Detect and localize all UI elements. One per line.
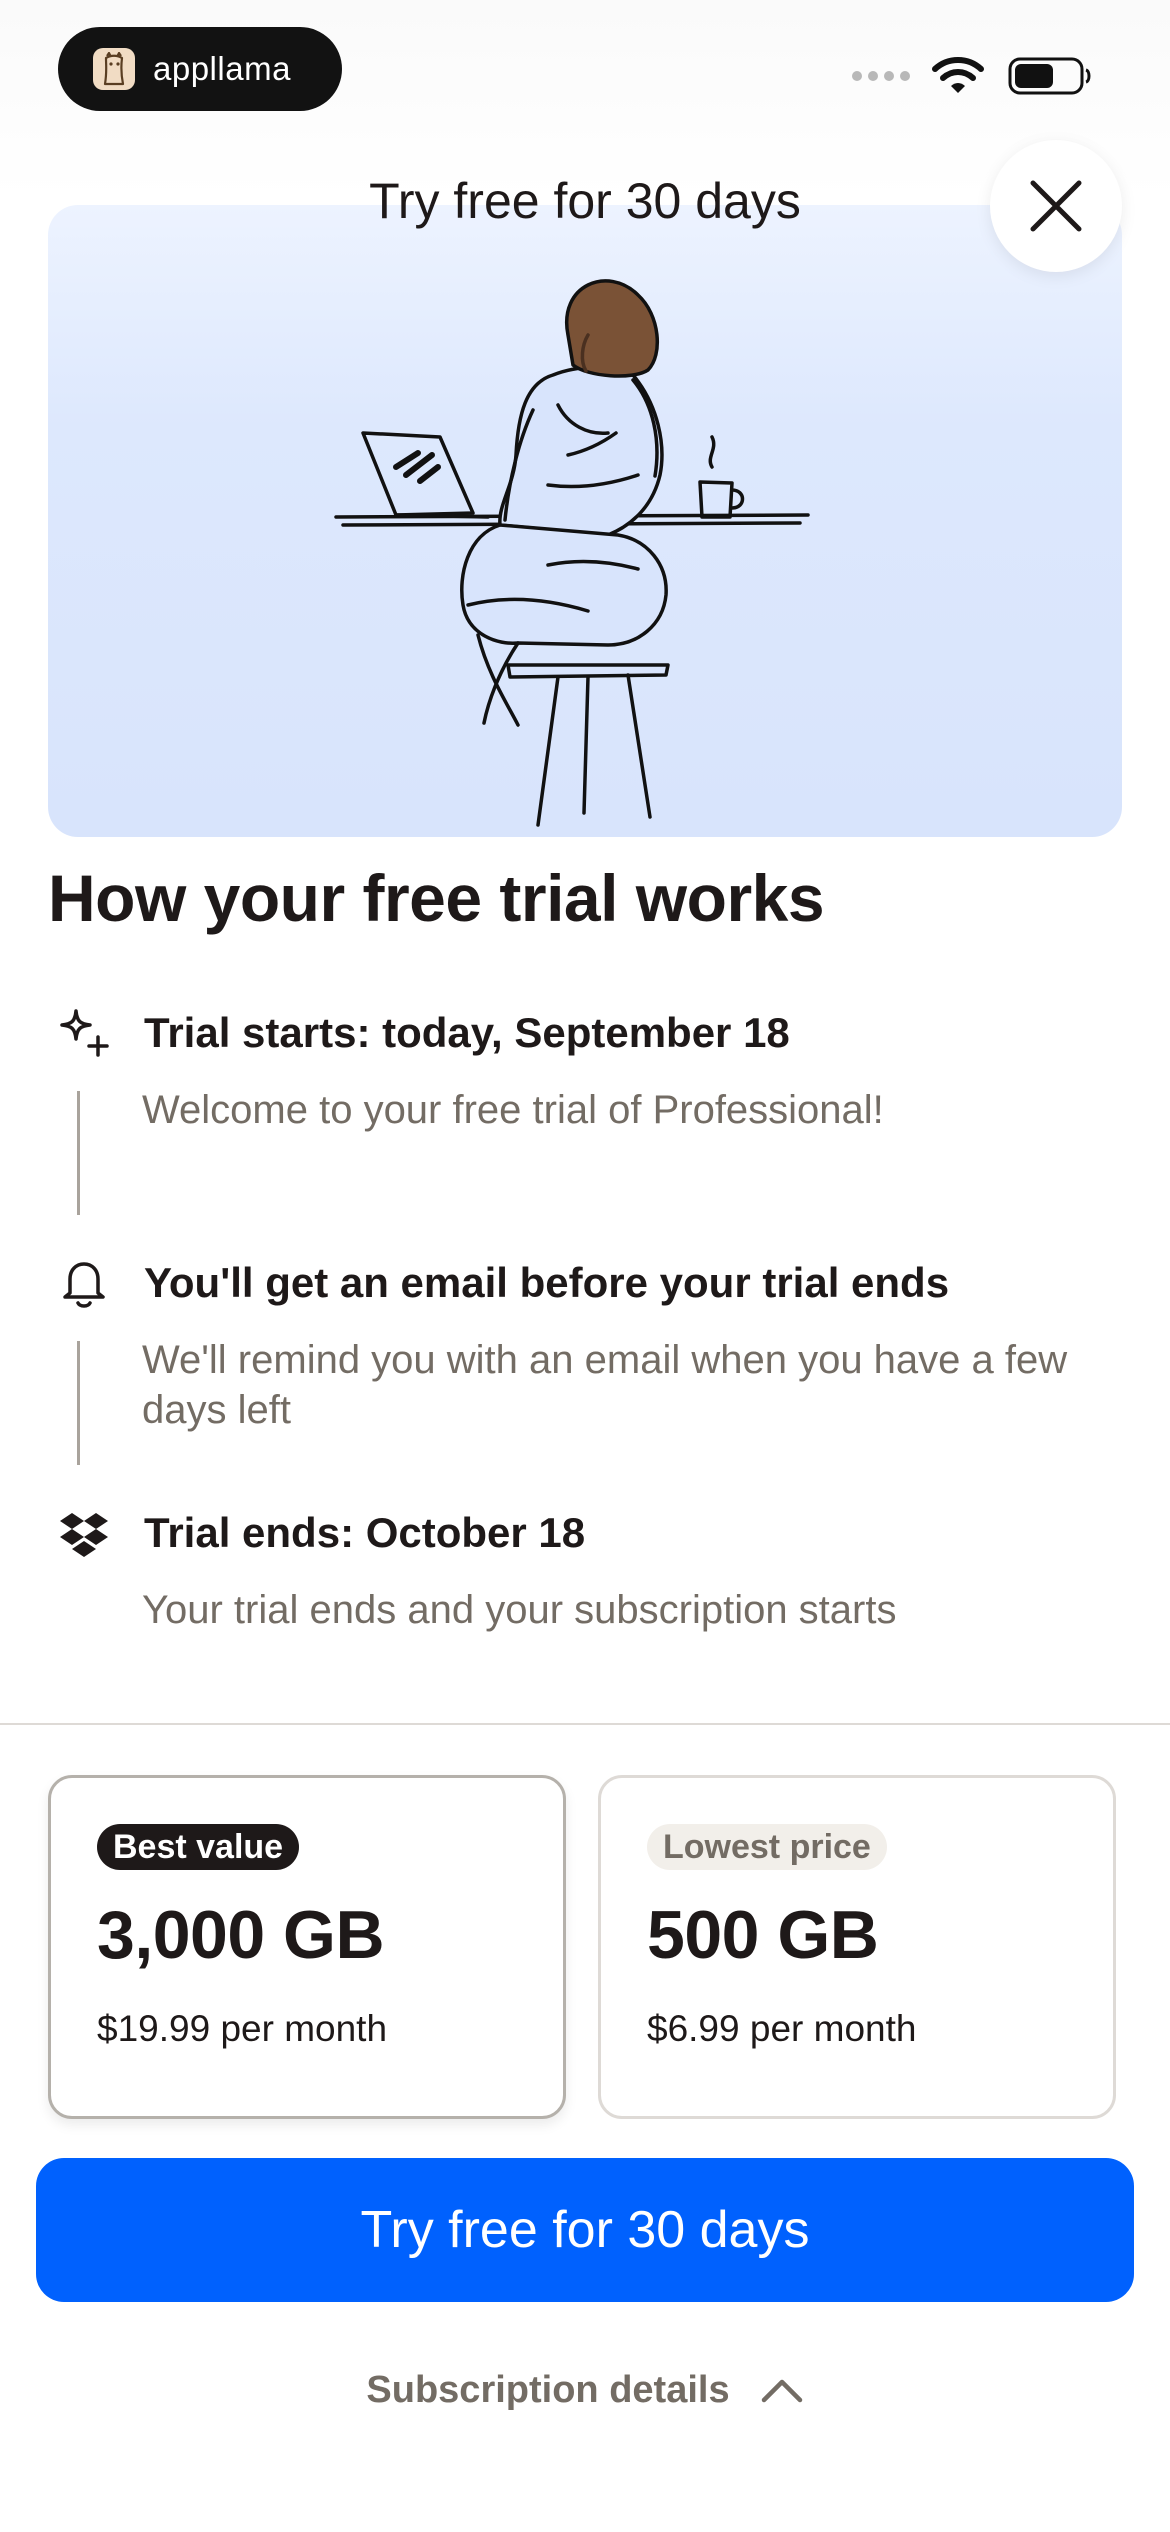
plan-price-period: per month [210,2008,388,2049]
sparkle-icon [56,1005,112,1061]
dropbox-icon [56,1505,112,1561]
cellular-signal-icon [852,71,910,81]
llama-logo-icon [93,48,135,90]
brand-name: appllama [153,50,291,87]
plan-card-500gb[interactable]: Lowest price 500 GB $6.99 per month [598,1775,1116,2119]
subscription-details-toggle[interactable]: Subscription details [0,2350,1170,2430]
close-button[interactable] [990,140,1122,272]
plan-storage-size: 3,000 GB [97,1897,385,1973]
timeline-connector [77,1341,80,1465]
step-description: Your trial ends and your subscription st… [142,1588,897,1632]
battery-icon [1008,57,1091,95]
plan-price-period: per month [739,2008,917,2049]
plan-badge: Best value [97,1824,300,1870]
start-trial-button[interactable]: Try free for 30 days [36,2158,1134,2302]
app-brand-pill: appllama [58,27,342,111]
plan-price-amount: $19.99 [97,2008,211,2049]
plan-badge: Lowest price [647,1824,887,1870]
hero-illustration [48,205,1122,837]
plan-price: $19.99 per month [97,2008,387,2050]
plan-price: $6.99 per month [647,2008,916,2050]
step-title: Trial ends: October 18 [144,1509,586,1556]
person-at-desk-illustration [334,279,810,827]
step-description: Welcome to your free trial of Profession… [142,1088,884,1132]
step-title: You'll get an email before your trial en… [144,1259,950,1306]
divider [0,1723,1170,1725]
step-description: We'll remind you with an email when you … [142,1338,1068,1432]
close-icon [1030,180,1082,232]
plan-storage-size: 500 GB [647,1897,879,1973]
wifi-icon [932,57,984,93]
section-title: How your free trial works [48,861,825,935]
status-icons [852,56,1092,96]
bell-icon [56,1255,112,1311]
plan-card-3000gb[interactable]: Best value 3,000 GB $19.99 per month [48,1775,566,2119]
status-bar: appllama [0,0,1170,130]
plan-price-amount: $6.99 [647,2008,740,2049]
timeline-connector [77,1091,80,1215]
chevron-up-icon [760,2376,804,2404]
step-title: Trial starts: today, September 18 [144,1009,790,1056]
subscription-details-label: Subscription details [366,2368,730,2411]
